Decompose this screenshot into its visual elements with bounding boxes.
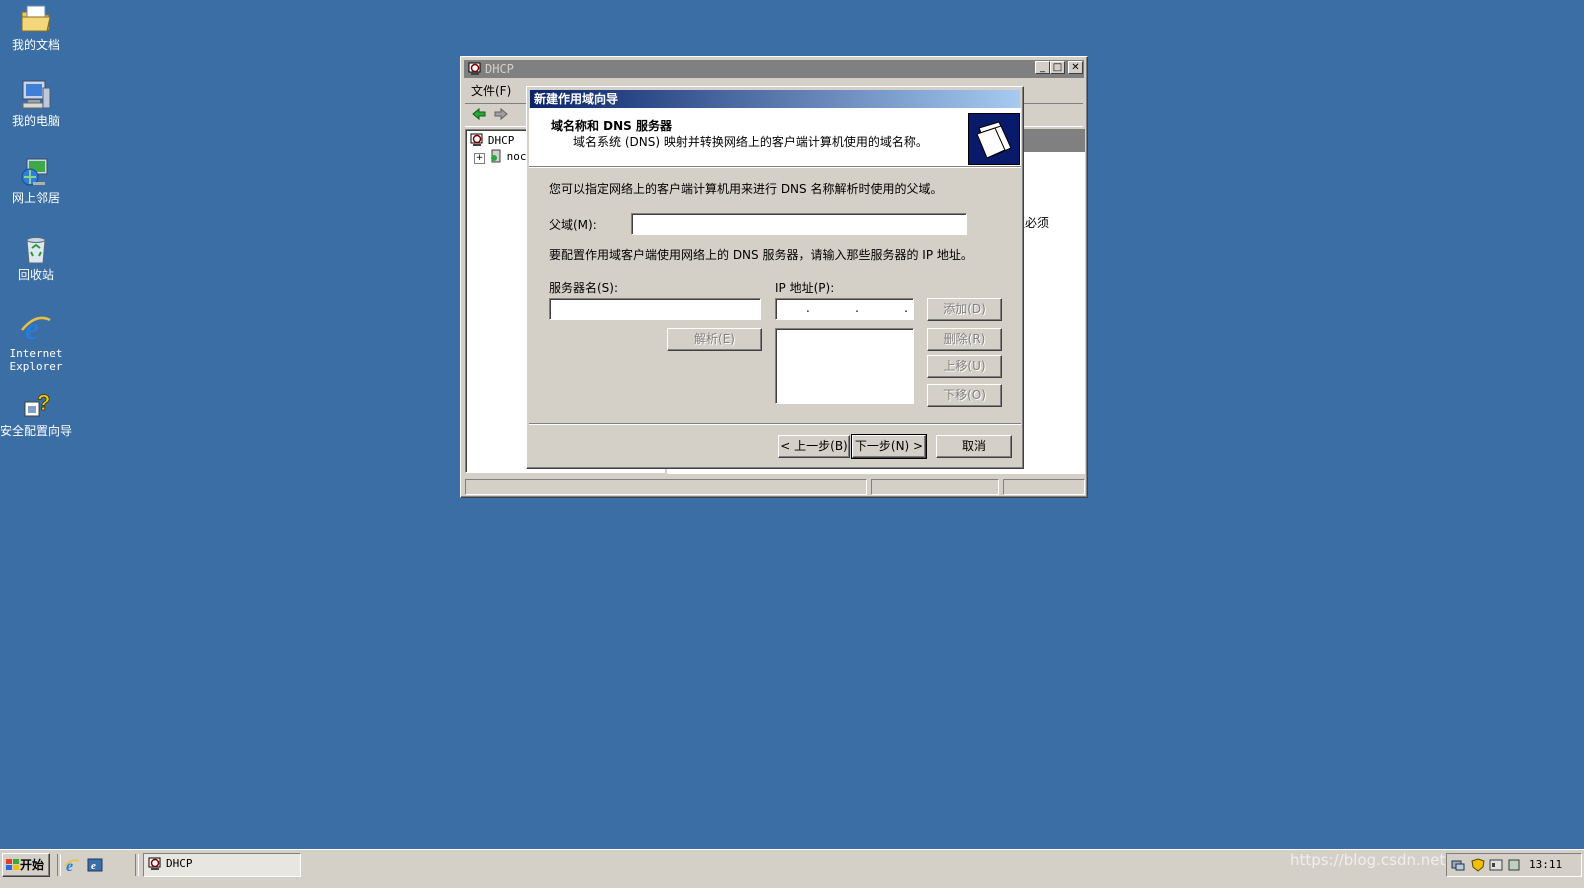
tray-app-icon[interactable] (1507, 858, 1521, 872)
parent-domain-input[interactable] (631, 213, 967, 235)
svg-text:e: e (25, 310, 39, 344)
add-button[interactable]: 添加(D) (927, 298, 1002, 321)
minimize-button[interactable]: _ (1035, 61, 1050, 74)
computer-icon (19, 78, 53, 112)
internet-explorer-icon: e (19, 310, 53, 346)
ip-address-label: IP 地址(P): (775, 281, 835, 295)
system-tray: 13:11 (1446, 853, 1582, 877)
wizard-header-subtitle: 域名系统 (DNS) 映射并转换网络上的客户端计算机使用的域名称。 (573, 135, 928, 149)
taskbar-button-label: DHCP (166, 857, 193, 870)
desktop-icon-label: 我的文档 (11, 38, 60, 52)
wizard-folders-icon (968, 113, 1020, 165)
move-up-button[interactable]: 上移(U) (927, 355, 1002, 378)
svg-text:?: ? (37, 390, 50, 415)
server-node-icon (489, 149, 503, 163)
dns-instruction-text: 要配置作用域客户端使用网络上的 DNS 服务器，请输入那些服务器的 IP 地址。 (549, 248, 973, 262)
security-wizard-icon: ? (19, 388, 53, 422)
maximize-button[interactable]: □ (1050, 61, 1065, 74)
status-bar (465, 479, 1085, 495)
volume-tray-icon[interactable] (1489, 858, 1503, 872)
taskbar-separator (135, 854, 139, 876)
desktop-icon-ie[interactable]: e Internet Explorer (0, 310, 74, 373)
new-scope-wizard-dialog: 新建作用域向导 域名称和 DNS 服务器 域名系统 (DNS) 映射并转换网络上… (526, 86, 1024, 469)
network-tray-icon[interactable] (1451, 858, 1465, 872)
menu-bar: 文件(F) (471, 82, 521, 100)
recycle-bin-icon (19, 232, 53, 266)
tree-child-label: noc (506, 150, 527, 163)
desktop-icon-security-wizard[interactable]: ? 安全配置向导 (0, 388, 74, 438)
ip-address-input[interactable]: . . . (775, 298, 914, 320)
dhcp-title-bar[interactable]: DHCP (464, 60, 1084, 78)
parent-domain-label: 父域(M): (549, 218, 597, 232)
network-icon (19, 155, 53, 189)
quicklaunch-show-desktop-icon[interactable]: e (87, 857, 103, 873)
server-name-label: 服务器名(S): (549, 281, 619, 295)
desktop-icon-network[interactable]: 网上邻居 (0, 155, 74, 205)
start-label: 开始 (20, 858, 45, 872)
wizard-intro-text: 您可以指定网络上的客户端计算机用来进行 DNS 名称解析时使用的父域。 (549, 182, 943, 196)
tree-item-server[interactable]: + noc (474, 149, 527, 164)
wizard-title-bar[interactable]: 新建作用域向导 (530, 90, 1020, 108)
close-button[interactable]: ✕ (1068, 61, 1083, 74)
folder-icon (19, 2, 53, 36)
quicklaunch-ie-icon[interactable]: e (64, 857, 80, 875)
dhcp-task-icon (148, 857, 162, 871)
windows-logo-icon (6, 856, 20, 870)
clock: 13:11 (1529, 858, 1563, 871)
taskbar-button-dhcp[interactable]: DHCP (143, 853, 301, 877)
status-panel-1 (465, 479, 867, 495)
server-name-input[interactable] (549, 298, 761, 320)
taskbar: 开始 e e DHCP https://blog.csdn.net/weixin… (0, 849, 1584, 888)
back-arrow-icon[interactable] (471, 106, 487, 122)
security-shield-icon[interactable] (1471, 858, 1485, 872)
quicklaunch-separator (57, 854, 61, 876)
desktop-icon-my-documents[interactable]: 我的文档 (0, 2, 74, 52)
desktop-icon-label: Internet Explorer (9, 347, 63, 373)
wizard-title: 新建作用域向导 (534, 92, 619, 106)
dhcp-window-title: DHCP (485, 62, 514, 76)
wizard-header: 域名称和 DNS 服务器 域名系统 (DNS) 映射并转换网络上的客户端计算机使… (529, 108, 1021, 167)
expand-plus-icon[interactable]: + (474, 153, 485, 164)
desktop-icon-recycle-bin[interactable]: 回收站 (0, 232, 74, 282)
next-button[interactable]: 下一步(N) > (851, 434, 927, 459)
wizard-header-title: 域名称和 DNS 服务器 (551, 119, 673, 133)
start-button[interactable]: 开始 (2, 853, 50, 877)
resolve-button[interactable]: 解析(E) (667, 328, 762, 351)
dhcp-node-icon (470, 133, 484, 147)
svg-text:e: e (91, 860, 96, 872)
desktop-icon-label: 回收站 (17, 268, 54, 282)
desktop-icon-label: 安全配置向导 (0, 424, 72, 438)
desktop-icon-label: 我的电脑 (11, 114, 60, 128)
ip-address-dots: . . . (806, 301, 914, 315)
tree-root-label: DHCP (487, 134, 515, 147)
cancel-button[interactable]: 取消 (936, 435, 1012, 458)
wizard-divider (529, 423, 1021, 425)
tree-item-dhcp[interactable]: DHCP (470, 133, 514, 147)
menu-file[interactable]: 文件(F) (471, 84, 511, 98)
back-button[interactable]: < 上一步(B) (778, 435, 850, 458)
status-panel-2 (871, 479, 999, 495)
desktop-icon-label: 网上邻居 (11, 191, 60, 205)
forward-arrow-icon[interactable] (493, 106, 509, 122)
dhcp-app-icon (468, 62, 482, 76)
dns-server-list[interactable] (775, 328, 914, 404)
move-down-button[interactable]: 下移(O) (927, 384, 1002, 407)
remove-button[interactable]: 删除(R) (927, 328, 1002, 351)
desktop-icon-my-computer[interactable]: 我的电脑 (0, 78, 74, 128)
status-panel-3 (1003, 479, 1085, 495)
